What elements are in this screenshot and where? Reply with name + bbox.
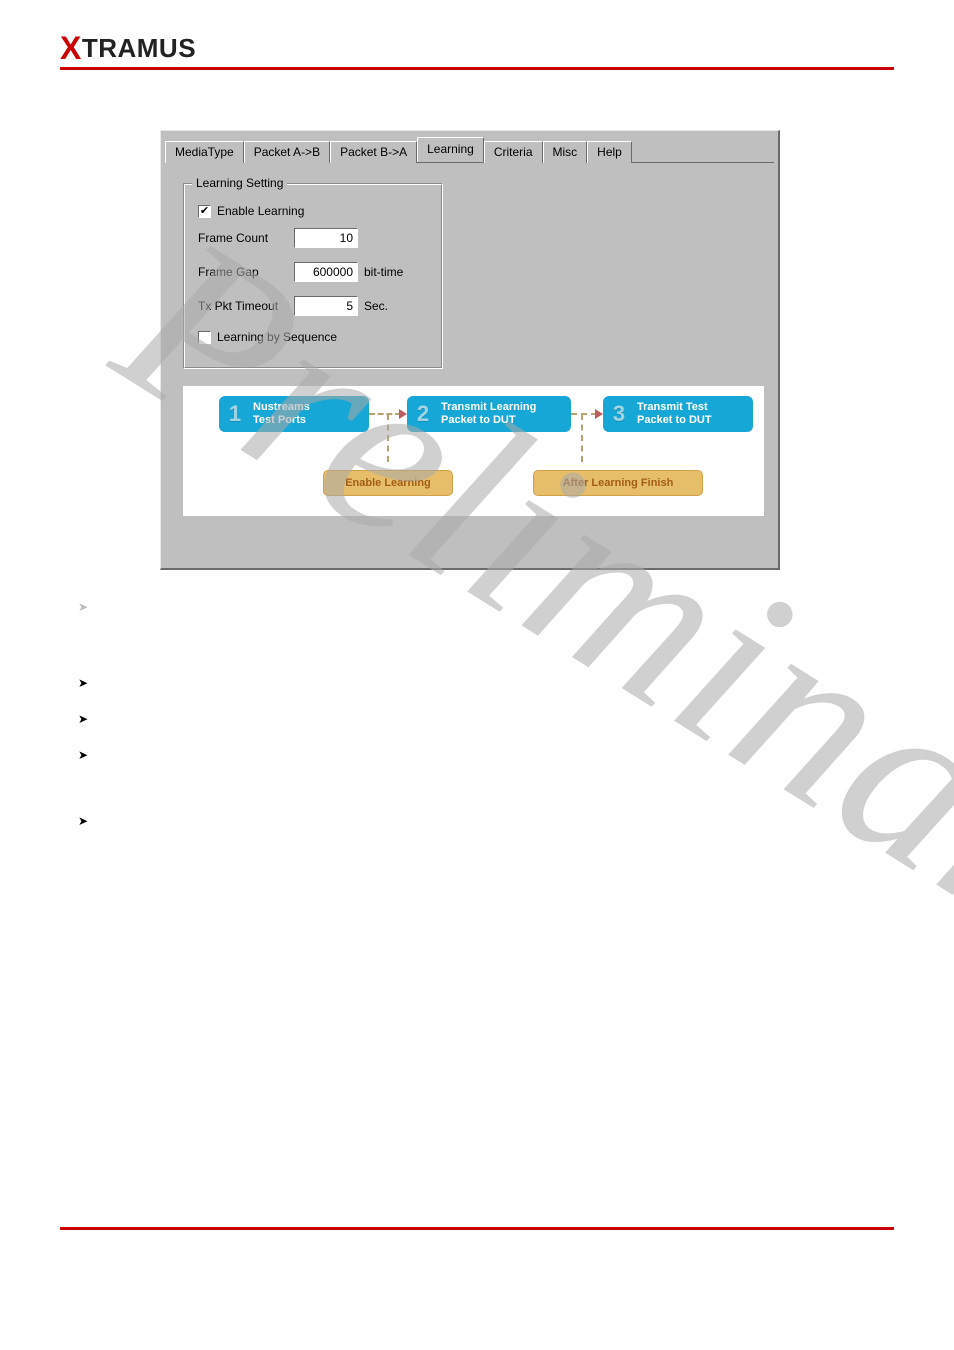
- header-rule: [60, 67, 894, 70]
- enable-learning-checkbox[interactable]: ✔: [198, 205, 211, 218]
- step-1-text: Nustreams Test Ports: [253, 401, 310, 426]
- tab-packet-ab[interactable]: Packet A->B: [244, 141, 330, 163]
- bullet-4: [78, 746, 838, 762]
- settings-panel: MediaType Packet A->B Packet B->A Learni…: [160, 130, 780, 570]
- tx-pkt-row: Tx Pkt Timeout Sec.: [198, 296, 428, 316]
- step-1-number: 1: [225, 401, 245, 426]
- learning-flow-diagram: 1 Nustreams Test Ports 2 Transmit Learni…: [183, 386, 764, 516]
- tab-strip: MediaType Packet A->B Packet B->A Learni…: [161, 131, 778, 162]
- frame-gap-label: Frame Gap: [198, 265, 288, 279]
- tx-pkt-unit: Sec.: [364, 299, 388, 313]
- frame-gap-row: Frame Gap bit-time: [198, 262, 428, 282]
- enable-learning-label: Enable Learning: [217, 204, 304, 218]
- tab-mediatype[interactable]: MediaType: [165, 141, 244, 163]
- tab-help[interactable]: Help: [587, 141, 632, 163]
- bullet-2: [78, 674, 838, 690]
- arrow-2: [571, 413, 597, 415]
- tx-pkt-input[interactable]: [294, 296, 358, 316]
- step-3-text: Transmit Test Packet to DUT: [637, 401, 712, 426]
- brand-logo: XTRAMUS: [60, 30, 196, 67]
- brand-x: X: [60, 30, 82, 66]
- tx-pkt-label: Tx Pkt Timeout: [198, 299, 288, 313]
- frame-count-row: Frame Count: [198, 228, 428, 248]
- bullet-1: [78, 598, 838, 614]
- step-1: 1 Nustreams Test Ports: [219, 396, 369, 432]
- arrow-1-head: [399, 409, 407, 419]
- arrow-1: [369, 413, 401, 415]
- enable-learning-row: ✔ Enable Learning: [198, 204, 428, 218]
- frame-gap-unit: bit-time: [364, 265, 403, 279]
- arrow-2-head: [595, 409, 603, 419]
- learning-setting-group: Learning Setting ✔ Enable Learning Frame…: [183, 183, 443, 369]
- tab-misc[interactable]: Misc: [543, 141, 588, 163]
- learning-seq-label: Learning by Sequence: [217, 330, 337, 344]
- step-3: 3 Transmit Test Packet to DUT: [603, 396, 753, 432]
- groupbox-legend: Learning Setting: [192, 176, 287, 190]
- learning-seq-row: Learning by Sequence: [198, 330, 428, 344]
- bullet-list: [78, 598, 838, 848]
- bullet-3: [78, 710, 838, 726]
- step-3-number: 3: [609, 401, 629, 426]
- after-learning-badge: After Learning Finish: [533, 470, 703, 496]
- frame-count-label: Frame Count: [198, 231, 288, 245]
- learning-seq-checkbox[interactable]: [198, 331, 211, 344]
- frame-count-input[interactable]: [294, 228, 358, 248]
- frame-gap-input[interactable]: [294, 262, 358, 282]
- vline-1: [387, 414, 389, 462]
- tab-criteria[interactable]: Criteria: [484, 141, 543, 163]
- bullet-5: [78, 812, 838, 828]
- vline-2: [581, 414, 583, 462]
- step-2: 2 Transmit Learning Packet to DUT: [407, 396, 571, 432]
- tab-learning[interactable]: Learning: [417, 137, 484, 162]
- step-2-text: Transmit Learning Packet to DUT: [441, 401, 536, 426]
- brand-rest: TRAMUS: [82, 33, 196, 63]
- tab-packet-ba[interactable]: Packet B->A: [330, 141, 417, 163]
- step-2-number: 2: [413, 401, 433, 426]
- footer-rule: [60, 1227, 894, 1230]
- enable-learning-badge: Enable Learning: [323, 470, 453, 496]
